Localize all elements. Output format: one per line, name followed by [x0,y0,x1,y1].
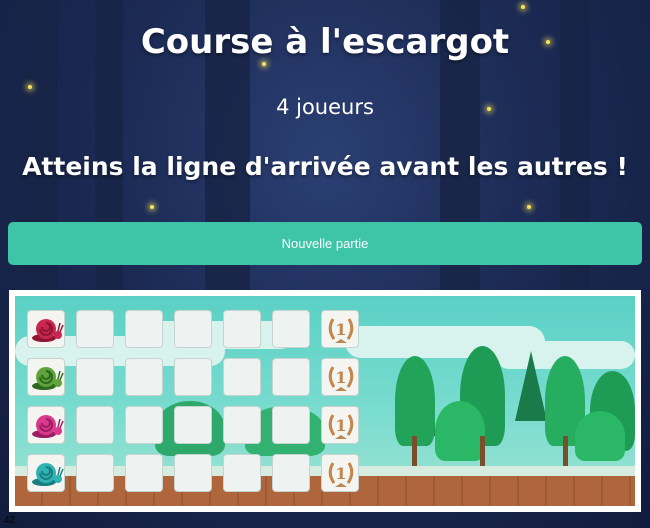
svg-text:1: 1 [335,464,346,483]
track-cell[interactable] [174,454,212,492]
race-lane: 1 [27,406,359,444]
track-cell[interactable] [125,454,163,492]
snail-icon [32,319,64,342]
finish-cell: 1 [321,454,359,492]
trophy-icon: 1 [328,366,354,391]
track-cell[interactable] [125,358,163,396]
track-cell[interactable] [174,358,212,396]
new-game-button[interactable]: Nouvelle partie [8,222,642,265]
game-title: Course à l'escargot [140,22,510,62]
finish-cell: 1 [321,358,359,396]
firefly [527,205,531,209]
track-cell[interactable] [125,406,163,444]
track-cell[interactable] [76,358,114,396]
track-cell[interactable] [76,406,114,444]
tree-trunk [563,436,568,466]
trophy-icon: 1 [328,414,354,439]
race-scene: 1 1 1 1 [15,296,635,506]
track-cell[interactable] [223,406,261,444]
tree [395,356,435,446]
firefly [28,85,32,89]
snail-cell[interactable] [27,358,65,396]
snail-icon [32,367,64,390]
track-cell[interactable] [76,454,114,492]
game-board: 1 1 1 1 [9,290,641,512]
track-cell[interactable] [223,454,261,492]
track-cell[interactable] [272,310,310,348]
game-goal: Atteins la ligne d'arrivée avant les aut… [22,152,628,181]
race-lane: 1 [27,310,359,348]
track-cell[interactable] [223,358,261,396]
firefly [150,205,154,209]
snail-cell[interactable] [27,406,65,444]
pine-tree [515,351,547,421]
race-lane: 1 [27,454,359,492]
svg-text:1: 1 [335,416,346,435]
finish-cell: 1 [321,406,359,444]
tree-trunk [412,436,417,466]
snail-cell[interactable] [27,310,65,348]
snail-icon [32,415,64,438]
track-cell[interactable] [76,310,114,348]
trophy-icon: 1 [328,318,354,343]
svg-text:1: 1 [335,368,346,387]
firefly [521,5,525,9]
track-cell[interactable] [125,310,163,348]
track-cell[interactable] [223,310,261,348]
bush [575,411,625,461]
trophy-icon: 1 [328,462,354,487]
track-cell[interactable] [174,406,212,444]
finish-cell: 1 [321,310,359,348]
move-counter: 42 [4,515,16,526]
race-lane: 1 [27,358,359,396]
track-cell[interactable] [272,406,310,444]
snail-icon [32,463,64,486]
track-cell[interactable] [272,454,310,492]
player-count: 4 joueurs [276,95,374,119]
track-cell[interactable] [174,310,212,348]
race-grid: 1 1 1 1 [27,310,359,502]
track-cell[interactable] [272,358,310,396]
firefly [262,62,266,66]
svg-text:1: 1 [335,320,346,339]
snail-cell[interactable] [27,454,65,492]
tree-trunk [480,436,485,466]
bush [435,401,485,461]
